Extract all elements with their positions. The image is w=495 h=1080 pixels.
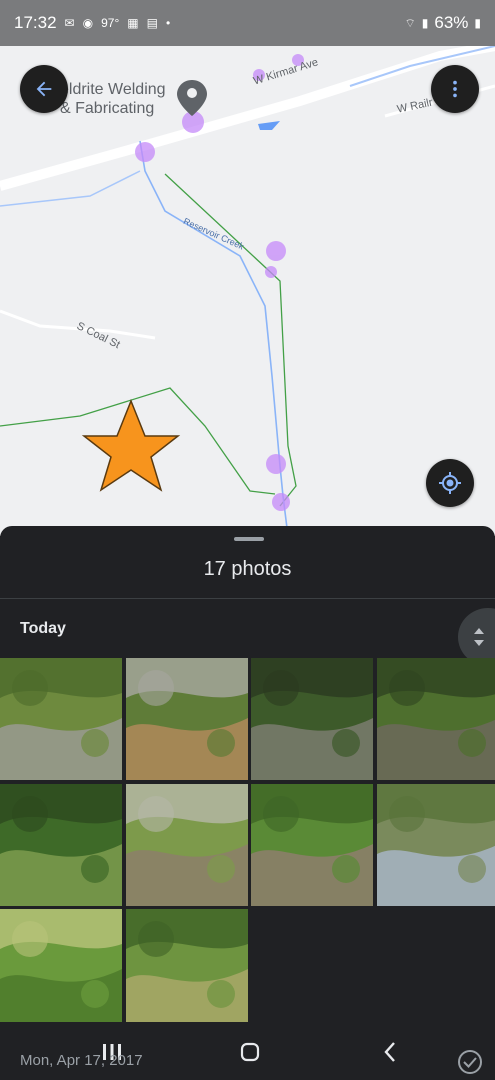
photo-thumbnail[interactable] xyxy=(125,658,248,780)
calendar-icon: ▦ xyxy=(127,16,139,30)
scroll-arrows-icon xyxy=(474,628,484,646)
photo-count-title: 17 photos xyxy=(203,558,292,580)
news-icon: ▤ xyxy=(146,16,158,30)
poi-label[interactable]: eldrite Welding & Fabricating xyxy=(60,80,166,118)
date-label: Mon, Apr 17, 2017 xyxy=(20,1052,143,1069)
photo-thumbnail[interactable] xyxy=(251,783,373,906)
back-button[interactable] xyxy=(20,65,68,113)
photo-thumbnail[interactable] xyxy=(125,909,248,1031)
photo-thumbnail[interactable] xyxy=(125,783,248,906)
pond xyxy=(258,121,280,130)
location-pin-icon xyxy=(177,80,207,116)
status-bar: 17:32 ✉ ◉ 97° ▦ ▤ • ⌔ ▮ 63% ▮ xyxy=(0,0,495,46)
sheet-drag-handle[interactable] xyxy=(234,537,264,541)
status-battery: 63% xyxy=(434,13,469,32)
photo-dots xyxy=(135,54,304,511)
photo-thumbnail[interactable] xyxy=(0,783,122,906)
photo-thumbnail[interactable] xyxy=(376,783,495,906)
sheet-divider xyxy=(0,598,495,599)
arrow-back-icon xyxy=(36,81,52,97)
map-view[interactable]: eldrite Welding & Fabricating W Kirmar A… xyxy=(0,46,495,536)
photo-dot xyxy=(135,142,155,162)
more-vert-icon xyxy=(453,80,457,98)
back-icon[interactable] xyxy=(381,1040,399,1064)
select-check-icon[interactable] xyxy=(456,1048,484,1076)
map-canvas[interactable] xyxy=(0,46,495,536)
home-icon[interactable] xyxy=(239,1041,261,1063)
poi-label-line1: eldrite Welding xyxy=(60,81,166,98)
system-nav-bar xyxy=(0,1022,495,1080)
photo-dot xyxy=(272,493,290,511)
more-options-button[interactable] xyxy=(431,65,479,113)
photo-dot xyxy=(266,241,286,261)
wifi-icon: ⌔ xyxy=(404,15,416,30)
signal-icon: ▮ xyxy=(421,16,429,30)
photo-thumbnail[interactable] xyxy=(251,658,373,780)
poi-label-line2: & Fabricating xyxy=(60,100,155,117)
photo-dot xyxy=(266,454,286,474)
photo-dot xyxy=(265,266,277,278)
status-temperature: 97° xyxy=(101,16,120,30)
creek-line xyxy=(139,140,289,536)
star-marker-icon xyxy=(81,398,181,492)
status-time: 17:32 xyxy=(14,13,57,32)
section-header-today: Today xyxy=(20,620,66,637)
dot-icon: • xyxy=(165,16,171,30)
gmail-icon: ✉ xyxy=(64,16,75,30)
battery-icon: ▮ xyxy=(474,16,481,30)
my-location-icon xyxy=(439,472,461,494)
chrome-icon: ◉ xyxy=(82,16,94,30)
photo-thumbnail[interactable] xyxy=(0,658,122,780)
photo-thumbnail[interactable] xyxy=(0,909,122,1031)
my-location-button[interactable] xyxy=(426,459,474,507)
photo-thumbnail[interactable] xyxy=(376,658,495,780)
